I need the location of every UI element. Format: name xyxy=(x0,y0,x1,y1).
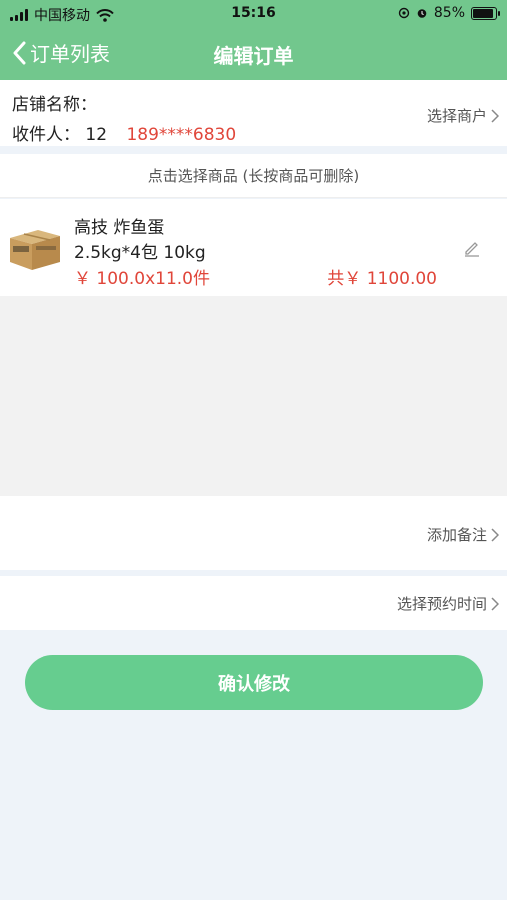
select-merchant-label: 选择商户 xyxy=(426,107,487,125)
schedule-section: 选择预约时间 xyxy=(0,576,507,630)
product-spec: 2.5kg*4包 10kg xyxy=(74,243,206,263)
nav-bar: 订单列表 编辑订单 xyxy=(0,28,507,80)
select-appointment-time-label: 选择预约时间 xyxy=(396,595,487,613)
merchant-section: 店铺名称： 收件人： 12 189****6830 选择商户 xyxy=(0,80,507,146)
back-label: 订单列表 xyxy=(30,42,110,66)
product-item[interactable]: 高技 炸鱼蛋 2.5kg*4包 10kg ￥ 100.0x11.0件 共￥ 11… xyxy=(0,199,507,296)
confirm-edit-button[interactable]: 确认修改 xyxy=(25,655,483,710)
add-remark-label: 添加备注 xyxy=(426,526,487,544)
select-appointment-time-button[interactable]: 选择预约时间 xyxy=(397,593,499,614)
chevron-right-icon xyxy=(491,596,499,611)
receiver-name: 12 xyxy=(85,125,108,145)
edit-icon[interactable] xyxy=(463,239,481,257)
product-price: ￥ 100.0x11.0件 xyxy=(74,269,210,289)
chevron-left-icon xyxy=(13,41,26,64)
product-total: 共￥ 1100.00 xyxy=(327,269,437,289)
back-button[interactable]: 订单列表 xyxy=(12,38,110,67)
status-bar: 中国移动 15:16 85% xyxy=(0,0,507,28)
remark-section: 添加备注 xyxy=(0,496,507,570)
store-name-label: 店铺名称： xyxy=(12,95,97,115)
receiver-row: 收件人： 12 189****6830 xyxy=(12,120,236,145)
status-right: 85% xyxy=(398,5,500,21)
empty-area xyxy=(0,296,507,496)
battery-percent: 85% xyxy=(433,5,465,21)
product-name: 高技 炸鱼蛋 xyxy=(74,218,165,238)
orientation-lock-icon xyxy=(398,7,410,19)
chevron-right-icon xyxy=(491,108,499,123)
battery-icon xyxy=(471,6,500,20)
receiver-phone: 189****6830 xyxy=(126,125,237,145)
product-box-image xyxy=(10,230,60,270)
alarm-icon xyxy=(417,9,427,18)
chevron-right-icon xyxy=(491,527,499,542)
select-product-hint[interactable]: 点击选择商品 (长按商品可删除) xyxy=(0,154,507,198)
add-remark-button[interactable]: 添加备注 xyxy=(427,524,499,545)
receiver-label: 收件人： xyxy=(12,125,80,145)
select-merchant-button[interactable]: 选择商户 xyxy=(427,105,499,126)
